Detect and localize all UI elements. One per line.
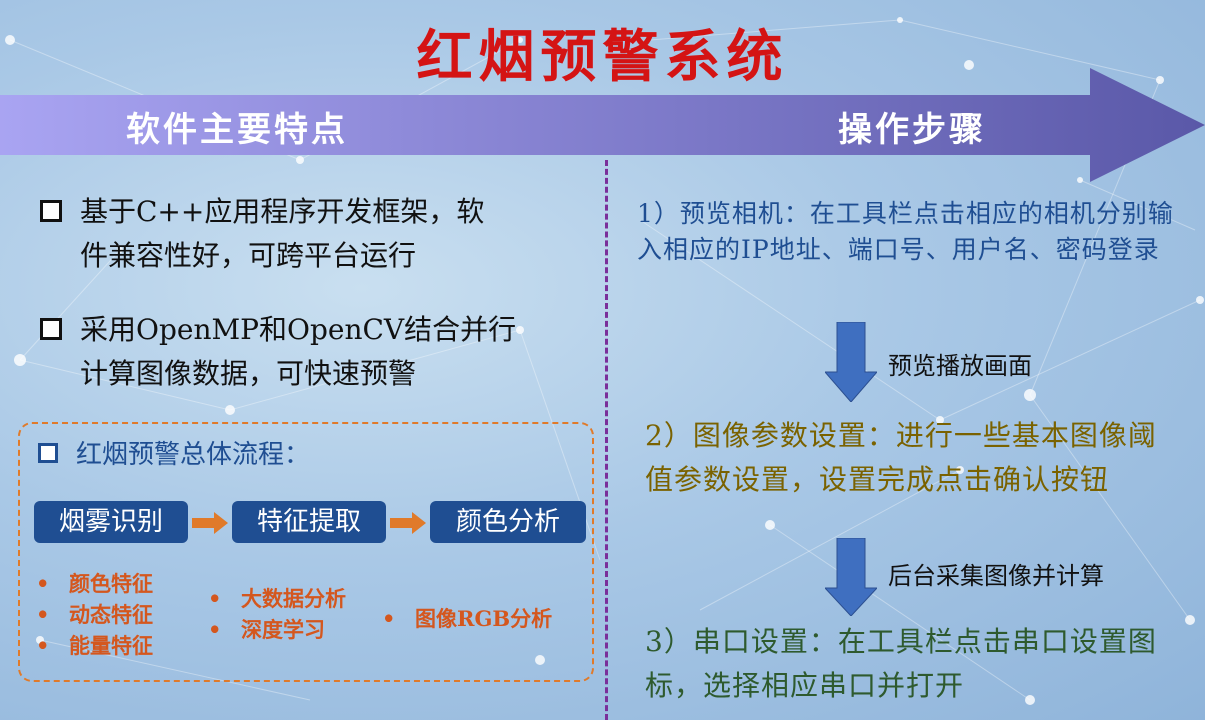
right-arrow-icon xyxy=(192,512,228,534)
checkbox-icon xyxy=(40,199,62,222)
list-item: • 颜色特征 xyxy=(36,571,153,596)
step-3-text: 3）串口设置：在工具栏点击串口设置图标，选择相应串口并打开 xyxy=(645,625,1157,702)
feature-2-line1: 采用OpenMP和OpenCV结合并行 xyxy=(80,313,517,346)
step-note-2: 后台采集图像并计算 xyxy=(888,562,1104,590)
checkbox-icon xyxy=(40,317,62,340)
flow-heading: 红烟预警总体流程： xyxy=(38,434,310,471)
flow-heading-text: 红烟预警总体流程： xyxy=(76,440,311,470)
feature-2-line2: 计算图像数据，可快速预警 xyxy=(80,357,417,390)
features-header: 软件主要特点 xyxy=(126,110,348,150)
steps-header: 操作步骤 xyxy=(838,110,986,150)
flow-stage-3: 颜色分析 xyxy=(430,501,586,543)
step-2-text: 2）图像参数设置：进行一些基本图像阈值参数设置，设置完成点击确认按钮 xyxy=(645,419,1157,496)
column-divider xyxy=(605,160,608,720)
list-item: • 大数据分析 xyxy=(208,586,346,611)
step-note-1: 预览播放画面 xyxy=(888,352,1032,380)
flow-stage-1: 烟雾识别 xyxy=(34,501,188,543)
feature-1-line1: 基于C++应用程序开发框架，软 xyxy=(80,195,485,228)
feature-1-line2: 件兼容性好，可跨平台运行 xyxy=(80,239,417,272)
down-arrow-icon xyxy=(825,538,877,616)
list-item: • 能量特征 xyxy=(36,633,153,658)
step-1-text: 1）预览相机：在工具栏点击相应的相机分别输入相应的IP地址、端口号、用户名、密码… xyxy=(637,199,1174,264)
feature-item-1: 基于C++应用程序开发框架，软 件兼容性好，可跨平台运行 xyxy=(40,190,484,278)
down-arrow-icon xyxy=(825,322,877,402)
checkbox-icon xyxy=(38,443,58,463)
flow-stage-2: 特征提取 xyxy=(232,501,386,543)
list-item: • 动态特征 xyxy=(36,602,153,627)
list-item: • 深度学习 xyxy=(208,617,325,642)
right-arrow-icon xyxy=(390,512,426,534)
feature-item-2: 采用OpenMP和OpenCV结合并行 计算图像数据，可快速预警 xyxy=(40,308,516,396)
list-item: • 图像RGB分析 xyxy=(382,606,553,631)
